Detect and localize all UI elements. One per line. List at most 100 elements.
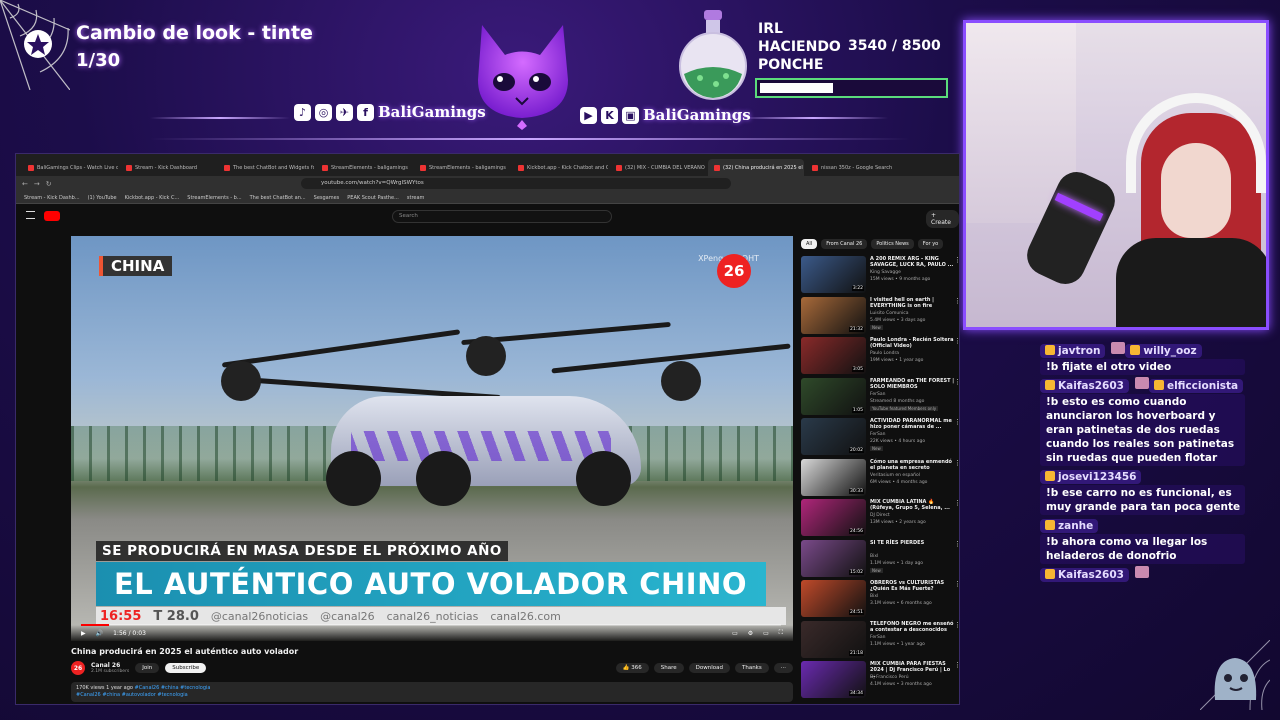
recommendation-item[interactable]: 21:18 TELEFONO NEGRO me enseñó a contesta… [801,620,961,659]
description-hashtags-1[interactable]: #Canal26 #china #tecnologia [135,685,211,691]
bookmark-item[interactable]: Stream - Kick Dashb... [24,195,80,201]
recommendation-title[interactable]: Cómo una empresa enmendó el planeta en s… [870,459,955,471]
more-options-icon[interactable]: ⋮ [954,621,961,629]
chat-username[interactable]: willy_ooz [1125,344,1202,358]
filter-chip[interactable]: All [801,239,818,249]
recommendation-item[interactable]: 3:05 Paulo Londra - Recién Soltera (Offic… [801,337,961,375]
browser-tab[interactable]: StreamElements - baligamings [316,159,412,176]
recommendation-item[interactable]: 34:34 MIX CUMBIA PARA FIESTAS 2024 | Dj F… [801,661,961,699]
subscribe-button[interactable]: Subscribe [165,663,207,673]
bookmark-item[interactable]: StreamElements - b... [187,195,241,201]
recommendation-channel[interactable]: Veritasium en español [870,473,920,478]
browser-tab[interactable]: BaliGamings Clips - Watch Live on K [22,159,118,176]
recommendation-title[interactable]: ACTIVIDAD PARANORMAL me hizo poner cámar… [870,418,955,430]
recommendation-title[interactable]: SI TE RÍES PIERDES [870,540,955,546]
more-options-icon[interactable]: ⋮ [954,256,961,264]
theater-icon[interactable]: ▭ [763,630,769,637]
chat-username[interactable]: Kaifas2603 [1040,379,1129,393]
bookmark-item[interactable]: Sesgames [314,195,340,201]
channel-avatar[interactable]: 26 [71,661,85,675]
back-icon[interactable]: ← [22,180,28,188]
recommendation-item[interactable]: 30:33 Cómo una empresa enmendó el planeta… [801,458,961,497]
fullscreen-icon[interactable]: ⛶ [779,629,783,637]
recommendation-channel[interactable]: Luisito Comunica [870,311,909,316]
recommendation-channel[interactable]: FerSan [870,635,885,640]
filter-chip[interactable]: From Canal 26 [821,239,868,249]
recommendation-item[interactable]: 15:02 SI TE RÍES PIERDES Bixl 1.1M views • … [801,539,961,578]
recommendation-item[interactable]: 1:05 FARMEANDO en THE FOREST | SOLO MIEMB… [801,377,961,416]
recommendation-item[interactable]: 24:51 OBREROS vs CULTURISTAS ¿Quién Es Má… [801,580,961,618]
recommendation-channel[interactable]: Dj Francisco Perú [870,675,909,680]
like-button[interactable]: 👍 366 [615,663,649,673]
more-options-icon[interactable]: ⋮ [954,661,961,669]
bookmark-item[interactable]: (1) YouTube [88,195,117,201]
recommendation-thumbnail[interactable]: 21:18 [801,620,866,658]
recommendation-title[interactable]: OBREROS vs CULTURISTAS ¿Quién Es Más Fue… [870,580,955,592]
play-icon[interactable]: ▶ [81,630,86,637]
download-button[interactable]: Download [688,663,730,673]
url-bar[interactable]: youtube.com/watch?v=QWrgISWYtos [301,178,731,189]
bookmark-item[interactable]: Kickbot.app - Kick C... [125,195,180,201]
more-button[interactable]: ··· [773,663,793,673]
more-options-icon[interactable]: ⋮ [954,337,961,345]
recommendation-title[interactable]: Paulo Londra - Recién Soltera (Official … [870,337,955,349]
recommendation-channel[interactable]: FerSan [870,392,885,397]
recommendation-channel[interactable]: Bixl [870,594,878,599]
browser-tab[interactable]: Kickbot.app - Kick Chatbot and Over [512,159,608,176]
bookmark-item[interactable]: The best ChatBot an... [250,195,306,201]
channel-name[interactable]: Canal 26 [91,662,129,669]
recommendation-title[interactable]: FARMEANDO en THE FOREST | SOLO MIEMBROS [870,378,955,390]
reload-icon[interactable]: ↻ [46,180,52,188]
more-options-icon[interactable]: ⋮ [954,459,961,467]
recommendation-channel[interactable]: DJ Direct [870,513,890,518]
bookmark-item[interactable]: stream [407,195,425,201]
chat-username[interactable]: elficcionista [1148,379,1244,393]
recommendation-title[interactable]: A 200 REMIX ARG - KING SAVAGGE, LUCK RA,… [870,256,955,268]
recommendation-thumbnail[interactable]: 20:02 [801,418,866,455]
recommendation-title[interactable]: MIX CUMBIA LATINA 🔥 (Rüfeya, Grupo 5, Se… [870,499,955,511]
recommendation-thumbnail[interactable]: 24:56 [801,499,866,536]
more-options-icon[interactable]: ⋮ [954,297,961,305]
recommendation-item[interactable]: 24:56 MIX CUMBIA LATINA 🔥 (Rüfeya, Grupo … [801,499,961,537]
recommendation-thumbnail[interactable]: 34:34 [801,661,866,698]
recommendation-item[interactable]: 21:32 I visited hell on earth | EVERYTHIN… [801,296,961,335]
recommendation-item[interactable]: 20:02 ACTIVIDAD PARANORMAL me hizo poner … [801,418,961,456]
more-options-icon[interactable]: ⋮ [954,418,961,426]
menu-icon[interactable] [26,211,35,219]
browser-tab[interactable]: (32) China producirá en 2025 el [708,159,804,176]
recommendation-thumbnail[interactable]: 1:05 [801,377,866,415]
forward-icon[interactable]: → [34,180,40,188]
browser-tab[interactable]: (32) MIX - CUMBIA DEL VERANO [610,159,706,176]
recommendation-thumbnail[interactable]: 21:32 [801,296,866,334]
bookmark-item[interactable]: PEAK Scout Pasthe... [347,195,399,201]
more-options-icon[interactable]: ⋮ [954,580,961,588]
recommendation-thumbnail[interactable]: 15:02 [801,539,866,577]
recommendation-channel[interactable]: FerSan [870,432,885,437]
recommendation-channel[interactable]: Paulo Londra [870,351,899,356]
create-button[interactable]: + Create [926,210,959,228]
browser-tab[interactable]: The best ChatBot and Widgets for K [218,159,314,176]
youtube-logo[interactable] [44,211,60,221]
recommendation-item[interactable]: 3:22 A 200 REMIX ARG - KING SAVAGGE, LUCK… [801,256,961,294]
chat-username[interactable]: josevi123456 [1040,470,1142,484]
more-options-icon[interactable]: ⋮ [954,540,961,548]
filter-chip[interactable]: Politics News [871,239,914,249]
volume-icon[interactable]: 🔊 [96,630,103,637]
recommendation-title[interactable]: TELEFONO NEGRO me enseñó a contestar a d… [870,621,955,633]
settings-icon[interactable]: ⚙ [748,630,753,637]
chat-username[interactable]: javtron [1040,344,1106,358]
chat-username[interactable]: Kaifas2603 [1040,568,1129,582]
description-hashtags-2[interactable]: #Canal26 #china #autovolador #tecnologia [76,692,188,698]
recommendation-thumbnail[interactable]: 24:51 [801,580,866,617]
recommendation-channel[interactable]: Bixl [870,554,878,559]
join-button[interactable]: Join [135,663,160,673]
recommendation-thumbnail[interactable]: 30:33 [801,458,866,496]
chat-username[interactable]: zanhe [1040,519,1099,533]
browser-tab[interactable]: nissan 350z - Google Search [806,159,902,176]
share-button[interactable]: Share [653,663,684,673]
captions-icon[interactable]: ▭ [732,630,738,637]
recommendation-channel[interactable]: King Savagge [870,270,901,275]
more-options-icon[interactable]: ⋮ [954,499,961,507]
recommendation-thumbnail[interactable]: 3:22 [801,256,866,293]
video-description[interactable]: 170K views 1 year ago #Canal26 #china #t… [71,682,793,702]
